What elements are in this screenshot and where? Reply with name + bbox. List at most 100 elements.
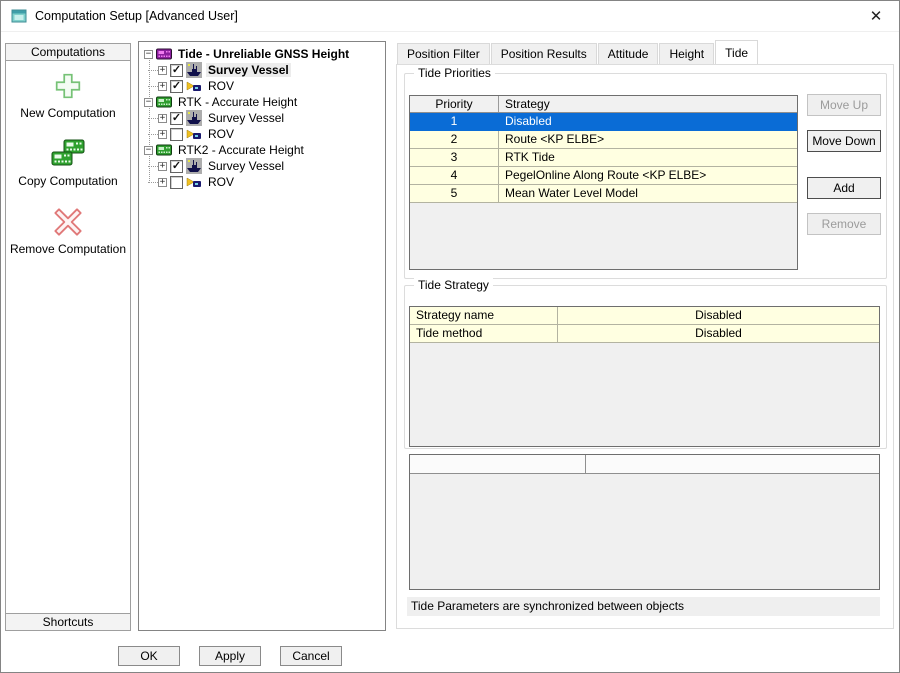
tab-height[interactable]: Height [659,43,715,64]
empty-column-header [586,455,879,473]
tree-node-label: RTK2 - Accurate Height [178,143,304,157]
tide-strategy-group: Tide Strategy Strategy name Disabled Tid… [404,278,887,449]
strategy-cell[interactable]: RTK Tide [499,149,797,166]
expand-toggle[interactable]: + [158,161,167,171]
tree-node-label: Tide - Unreliable GNSS Height [178,47,350,61]
tide-method-value[interactable]: Disabled [558,325,879,342]
tab-attitude[interactable]: Attitude [597,43,659,64]
tree-node-label: Survey Vessel [208,159,285,173]
copy-computation-button[interactable]: Copy Computation [6,136,130,188]
expand-toggle[interactable]: + [158,129,167,139]
expand-toggle[interactable]: + [158,81,167,91]
checkbox-checked[interactable]: ✓ [170,159,183,173]
tree-node-label: ROV [208,175,235,189]
remove-button[interactable]: Remove [807,213,881,235]
tree-node-rtk2-computation[interactable]: − RTK2 - Accurate Height [141,142,385,158]
strategy-cell[interactable]: Disabled [499,113,797,130]
column-header-priority[interactable]: Priority [410,96,499,112]
tide-tab-page: Tide Priorities Priority Strategy 1 Disa… [396,64,894,629]
expand-toggle[interactable]: + [158,65,167,75]
collapse-toggle[interactable]: − [144,97,153,107]
copy-computation-icon [6,136,130,172]
priority-cell[interactable]: 2 [410,131,499,148]
strategy-cell[interactable]: Mean Water Level Model [499,185,797,202]
add-button[interactable]: Add [807,177,881,199]
checkbox-checked[interactable]: ✓ [170,63,183,77]
computation-setup-dialog: Computation Setup [Advanced User] ✕ Comp… [0,0,900,673]
remove-computation-icon [6,204,130,240]
checkbox-unchecked[interactable] [170,175,183,189]
tree-connector-stub [148,85,158,87]
survey-vessel-icon [186,158,202,174]
strategy-cell[interactable]: PegelOnline Along Route <KP ELBE> [499,167,797,184]
new-computation-button[interactable]: New Computation [6,68,130,120]
tree-node-survey-vessel[interactable]: + ✓ Survey Vessel [141,110,385,126]
strategy-name-value[interactable]: Disabled [558,307,879,324]
table-row[interactable]: 2 Route <KP ELBE> [410,131,797,149]
table-row-selected[interactable]: 1 Disabled [410,113,797,131]
table-row[interactable]: 3 RTK Tide [410,149,797,167]
tree-node-label: Survey Vessel [206,63,291,77]
new-computation-icon [6,68,130,104]
tab-tide[interactable]: Tide [715,40,759,64]
survey-vessel-icon [186,62,202,78]
computations-tree: − Tide - Unreliable GNSS Height + ✓ Surv… [138,41,386,631]
expand-toggle[interactable]: + [158,177,167,187]
table-row[interactable]: 4 PegelOnline Along Route <KP ELBE> [410,167,797,185]
priority-cell[interactable]: 5 [410,185,499,202]
checkbox-checked[interactable]: ✓ [170,79,183,93]
apply-button[interactable]: Apply [199,646,261,666]
new-computation-label: New Computation [20,106,116,120]
collapse-toggle[interactable]: − [144,145,153,155]
tree-node-rov[interactable]: + ROV [141,126,385,142]
shortcuts-header-button[interactable]: Shortcuts [5,613,131,631]
settings-tab-strip: Position Filter Position Results Attitud… [397,40,759,64]
survey-vessel-icon [186,110,202,126]
expand-toggle[interactable]: + [158,113,167,123]
rov-icon [186,78,202,94]
table-row[interactable]: Tide method Disabled [410,325,879,343]
table-row[interactable]: 5 Mean Water Level Model [410,185,797,203]
tide-priorities-table[interactable]: Priority Strategy 1 Disabled 2 Route <KP… [409,95,798,270]
tree-connector-stub [148,117,158,119]
tree-node-survey-vessel[interactable]: + ✓ Survey Vessel [141,158,385,174]
app-window-icon [11,8,27,24]
tree-node-tide-computation[interactable]: − Tide - Unreliable GNSS Height [141,46,385,62]
priority-cell[interactable]: 3 [410,149,499,166]
table-header-row: Priority Strategy [410,96,797,113]
priority-cell[interactable]: 1 [410,113,499,130]
tab-position-filter[interactable]: Position Filter [397,43,490,64]
tab-position-results[interactable]: Position Results [490,43,597,64]
ok-button[interactable]: OK [118,646,180,666]
table-row[interactable]: Strategy name Disabled [410,307,879,325]
collapse-toggle[interactable]: − [144,49,153,59]
tree-node-rtk-computation[interactable]: − RTK - Accurate Height [141,94,385,110]
move-up-button[interactable]: Move Up [807,94,881,116]
tree-connector-stub [148,69,158,71]
computations-header-button[interactable]: Computations [5,43,131,61]
window-title: Computation Setup [Advanced User] [35,9,238,23]
remove-computation-label: Remove Computation [9,242,127,256]
close-button[interactable]: ✕ [853,1,899,31]
tide-strategy-group-label: Tide Strategy [414,278,493,292]
strategy-cell[interactable]: Route <KP ELBE> [499,131,797,148]
tide-parameters-table[interactable] [409,454,880,590]
remove-computation-button[interactable]: Remove Computation [6,204,130,256]
column-header-strategy[interactable]: Strategy [499,96,797,112]
tree-node-rov[interactable]: + ✓ ROV [141,78,385,94]
checkbox-unchecked[interactable] [170,127,183,141]
empty-column-header [410,455,586,473]
title-bar: Computation Setup [Advanced User] ✕ [1,1,899,32]
priority-cell[interactable]: 4 [410,167,499,184]
checkbox-checked[interactable]: ✓ [170,111,183,125]
table-header-row [410,455,879,474]
rov-icon [186,126,202,142]
tree-node-label: ROV [208,79,235,93]
calculator-green-icon [156,142,172,158]
tree-node-survey-vessel[interactable]: + ✓ Survey Vessel [141,62,385,78]
move-down-button[interactable]: Move Down [807,130,881,152]
sync-status-text: Tide Parameters are synchronized between… [407,597,880,616]
tree-node-rov[interactable]: + ROV [141,174,385,190]
cancel-button[interactable]: Cancel [280,646,342,666]
tide-strategy-table[interactable]: Strategy name Disabled Tide method Disab… [409,306,880,447]
